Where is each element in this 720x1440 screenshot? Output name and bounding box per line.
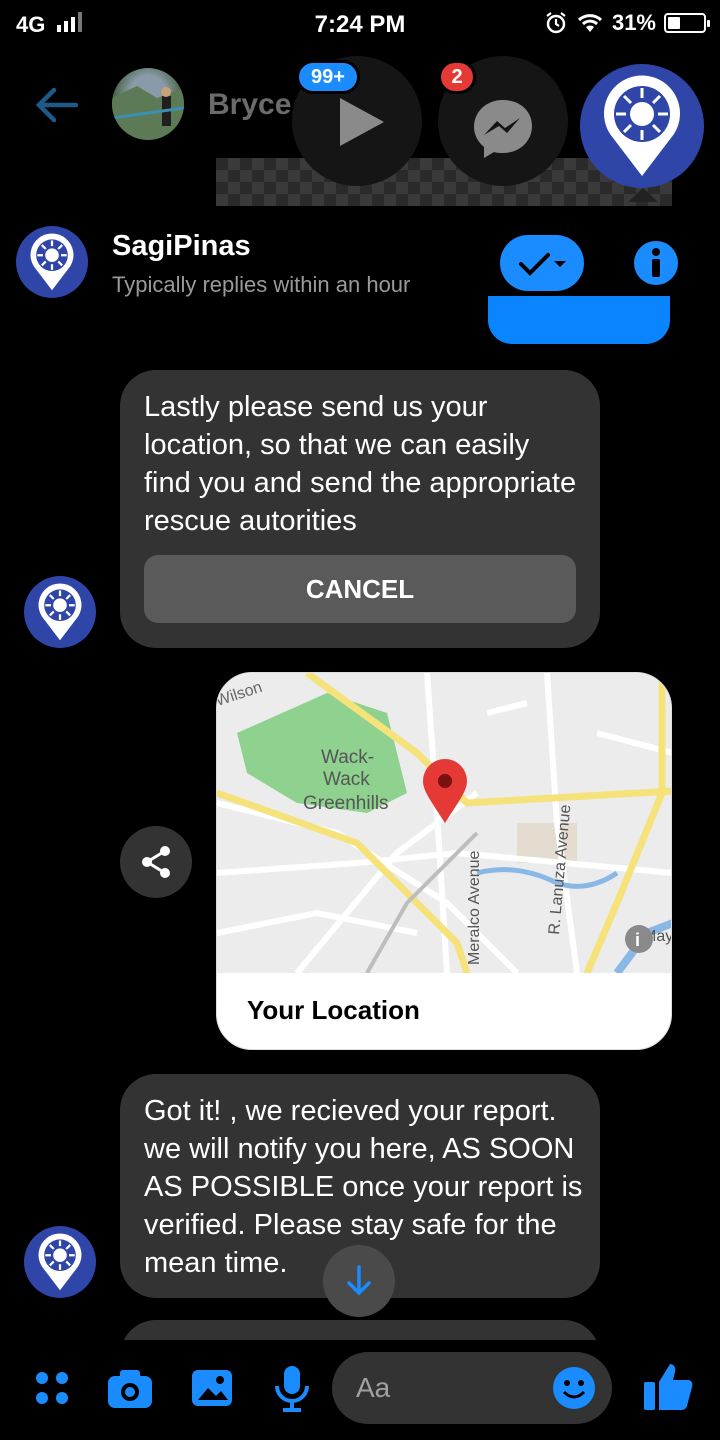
check-dropdown-icon bbox=[519, 253, 566, 276]
sender-avatar bbox=[24, 1226, 96, 1298]
page-name: SagiPinas bbox=[112, 230, 251, 262]
cancel-button[interactable]: CANCEL bbox=[144, 555, 576, 623]
sagipinas-logo-icon bbox=[30, 233, 74, 291]
more-apps-icon[interactable] bbox=[30, 1364, 78, 1412]
info-button[interactable] bbox=[634, 241, 678, 285]
message-input-placeholder: Aa bbox=[356, 1372, 391, 1403]
arrow-down-icon bbox=[347, 1265, 371, 1296]
contact-name: Bryce bbox=[208, 88, 292, 121]
info-icon bbox=[652, 248, 660, 277]
status-bar: 4G 7:24 PM 31% bbox=[0, 0, 720, 52]
message-text: Lastly please send us your location, so … bbox=[144, 391, 577, 537]
chat-head-sagipinas[interactable] bbox=[580, 64, 704, 188]
sagipinas-logo-icon bbox=[604, 75, 680, 176]
chat-head-badge-video: 99+ bbox=[296, 60, 360, 94]
play-icon bbox=[340, 98, 384, 146]
alarm-icon bbox=[546, 12, 566, 34]
messenger-icon bbox=[474, 100, 532, 158]
sent-message-peek bbox=[488, 296, 670, 344]
sagipinas-logo-icon bbox=[38, 1233, 82, 1291]
location-map: Wilson Wack-Wack Greenhills Meralco Avenu… bbox=[217, 673, 671, 976]
back-arrow-icon[interactable] bbox=[32, 80, 82, 130]
emoji-icon[interactable] bbox=[552, 1366, 596, 1410]
battery-icon bbox=[664, 13, 710, 33]
page-response-time: Typically replies within an hour bbox=[112, 272, 411, 297]
share-icon bbox=[142, 846, 170, 878]
battery-percent: 31% bbox=[611, 10, 656, 35]
mark-status-button[interactable] bbox=[500, 235, 584, 291]
svg-text:i: i bbox=[635, 930, 640, 950]
microphone-icon[interactable] bbox=[268, 1364, 316, 1412]
like-thumb-icon[interactable] bbox=[642, 1360, 694, 1412]
scroll-down-button[interactable] bbox=[323, 1245, 395, 1317]
share-button[interactable] bbox=[120, 826, 192, 898]
location-card[interactable]: Wilson Wack-Wack Greenhills Meralco Avenu… bbox=[216, 672, 672, 1050]
location-title: Your Location bbox=[247, 995, 420, 1025]
gallery-icon[interactable] bbox=[188, 1364, 236, 1412]
map-label: Meralco Avenue bbox=[466, 850, 483, 965]
sagipinas-logo-icon bbox=[38, 583, 82, 641]
bubble-pointer bbox=[628, 188, 658, 202]
sender-avatar bbox=[24, 576, 96, 648]
message-input[interactable]: Aa bbox=[332, 1352, 612, 1424]
chat-head-badge-messenger: 2 bbox=[438, 60, 476, 94]
camera-icon[interactable] bbox=[106, 1364, 154, 1412]
wifi-icon bbox=[577, 14, 602, 32]
contact-avatar[interactable] bbox=[112, 68, 184, 140]
page-avatar[interactable] bbox=[16, 226, 88, 298]
